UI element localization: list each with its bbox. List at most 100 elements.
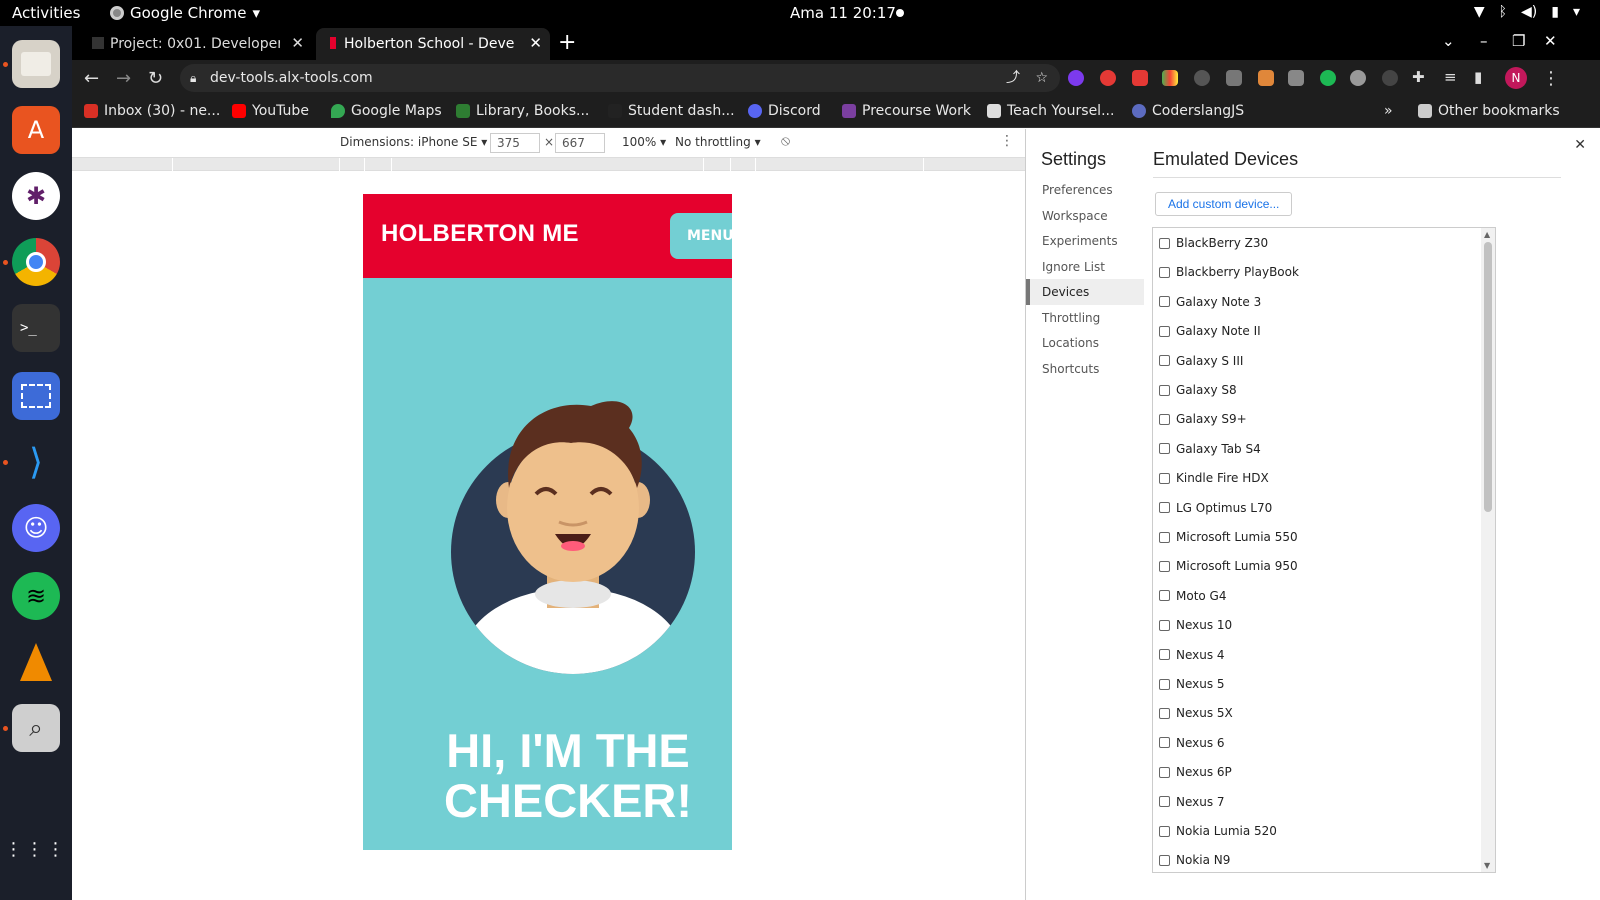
device-height-input[interactable]: 667 xyxy=(555,133,605,153)
close-window-button[interactable]: ✕ xyxy=(1544,32,1557,50)
device-checkbox[interactable] xyxy=(1159,296,1170,308)
device-row[interactable]: Blackberry PlayBook xyxy=(1159,261,1299,283)
device-row[interactable]: Nexus 10 xyxy=(1159,614,1232,636)
device-row[interactable]: Nokia Lumia 520 xyxy=(1159,820,1277,842)
extension-v-icon[interactable] xyxy=(1288,70,1304,86)
device-row[interactable]: Nexus 4 xyxy=(1159,644,1225,666)
image-viewer-icon[interactable]: ⌕ xyxy=(12,704,60,752)
device-checkbox[interactable] xyxy=(1159,325,1170,337)
device-row[interactable]: Galaxy S III xyxy=(1159,350,1243,372)
media-query-ruler[interactable] xyxy=(72,157,1025,172)
new-tab-button[interactable]: + xyxy=(558,30,576,55)
throttling-select[interactable]: No throttling ▾ xyxy=(675,135,761,149)
device-checkbox[interactable] xyxy=(1159,590,1170,602)
device-checkbox[interactable] xyxy=(1159,649,1170,661)
extension-circle-icon[interactable] xyxy=(1350,70,1366,86)
activities-button[interactable]: Activities xyxy=(12,4,80,22)
software-center-icon[interactable]: A xyxy=(12,106,60,154)
extension-gear-icon[interactable] xyxy=(1194,70,1210,86)
device-checkbox[interactable] xyxy=(1159,237,1170,249)
nav-preferences[interactable]: Preferences xyxy=(1026,177,1144,203)
site-brand[interactable]: HOLBERTON ME xyxy=(381,220,579,248)
device-row[interactable]: Nexus 5X xyxy=(1159,702,1233,724)
device-checkbox[interactable] xyxy=(1159,502,1170,514)
extension-grey-icon[interactable] xyxy=(1226,70,1242,86)
bookmark-youtube[interactable]: YouTube xyxy=(232,103,309,119)
nav-devices[interactable]: Devices xyxy=(1026,279,1144,305)
device-checkbox[interactable] xyxy=(1159,266,1170,278)
device-row[interactable]: Kindle Fire HDX xyxy=(1159,467,1269,489)
nav-ignore-list[interactable]: Ignore List xyxy=(1026,254,1144,280)
extension-multicolor-icon[interactable] xyxy=(1162,70,1178,86)
device-checkbox[interactable] xyxy=(1159,413,1170,425)
scroll-down-arrow-icon[interactable]: ▼ xyxy=(1484,861,1490,870)
device-row[interactable]: Nokia N9 xyxy=(1159,849,1230,871)
device-checkbox[interactable] xyxy=(1159,707,1170,719)
device-row[interactable]: BlackBerry Z30 xyxy=(1159,232,1268,254)
address-bar[interactable]: 🔒︎ dev-tools.alx-tools.com ⤴ ☆ xyxy=(180,64,1060,92)
discord-icon[interactable]: ☺ xyxy=(12,504,60,552)
terminal-icon[interactable]: >_ xyxy=(12,304,60,352)
clock[interactable]: Ama 11 20:17 xyxy=(790,4,896,22)
device-row[interactable]: Galaxy Note 3 xyxy=(1159,291,1261,313)
screenshot-icon[interactable] xyxy=(12,372,60,420)
device-checkbox[interactable] xyxy=(1159,825,1170,837)
vscode-icon[interactable]: ⟩ xyxy=(12,438,60,486)
slack-icon[interactable]: ✱ xyxy=(12,172,60,220)
nav-throttling[interactable]: Throttling xyxy=(1026,305,1144,331)
device-checkbox[interactable] xyxy=(1159,560,1170,572)
share-icon[interactable]: ⤴ xyxy=(1006,64,1020,92)
device-row[interactable]: LG Optimus L70 xyxy=(1159,497,1272,519)
device-checkbox[interactable] xyxy=(1159,384,1170,396)
extension-orange-icon[interactable] xyxy=(1258,70,1274,86)
bookmark-teach-yourself[interactable]: Teach Yoursel... xyxy=(987,103,1114,119)
nav-experiments[interactable]: Experiments xyxy=(1026,228,1144,254)
chrome-menu-icon[interactable]: ⋮ xyxy=(1542,68,1560,89)
scroll-thumb[interactable] xyxy=(1484,242,1492,512)
close-settings-icon[interactable]: ✕ xyxy=(1574,137,1586,153)
more-options-icon[interactable]: ⋮ xyxy=(1000,133,1014,149)
system-tray[interactable]: ▼ ᛒ ◀) ▮ ▾ xyxy=(1474,4,1580,20)
back-button[interactable]: ← xyxy=(84,68,99,89)
close-tab-icon[interactable]: ✕ xyxy=(529,34,542,52)
device-row[interactable]: Nexus 6 xyxy=(1159,732,1225,754)
device-row[interactable]: Nexus 7 xyxy=(1159,791,1225,813)
device-checkbox[interactable] xyxy=(1159,678,1170,690)
device-row[interactable]: Moto G4 xyxy=(1159,585,1227,607)
nav-shortcuts[interactable]: Shortcuts xyxy=(1026,356,1144,382)
extension-red-icon[interactable] xyxy=(1132,70,1148,86)
add-custom-device-button[interactable]: Add custom device... xyxy=(1155,192,1293,216)
bookmark-google-maps[interactable]: Google Maps xyxy=(331,103,442,119)
app-menu[interactable]: Google Chrome ▾ xyxy=(110,4,260,22)
bookmark-student-dash[interactable]: Student dash... xyxy=(608,103,735,119)
device-checkbox[interactable] xyxy=(1159,737,1170,749)
menu-button[interactable]: MENU xyxy=(670,213,732,259)
nav-locations[interactable]: Locations xyxy=(1026,330,1144,356)
device-dimensions-select[interactable]: Dimensions: iPhone SE ▾ xyxy=(340,135,487,149)
adblock-icon[interactable] xyxy=(1100,70,1116,86)
device-checkbox[interactable] xyxy=(1159,619,1170,631)
device-checkbox[interactable] xyxy=(1159,854,1170,866)
vlc-icon[interactable] xyxy=(12,638,60,686)
spotify-icon[interactable]: ≋ xyxy=(12,572,60,620)
profile-avatar[interactable]: N xyxy=(1505,67,1527,89)
device-width-input[interactable]: 375 xyxy=(490,133,540,153)
bookmark-discord[interactable]: Discord xyxy=(748,103,821,119)
extensions-puzzle-icon[interactable]: ✚ xyxy=(1412,68,1425,86)
device-row[interactable]: Nexus 6P xyxy=(1159,761,1232,783)
device-checkbox[interactable] xyxy=(1159,796,1170,808)
device-list-scrollbar[interactable]: ▲ ▼ xyxy=(1481,228,1495,872)
side-panel-icon[interactable]: ▮ xyxy=(1474,68,1482,86)
device-row[interactable]: Galaxy Tab S4 xyxy=(1159,438,1261,460)
show-apps-icon[interactable]: ⋮⋮⋮ xyxy=(5,826,65,874)
chrome-icon[interactable] xyxy=(12,238,60,286)
device-row[interactable]: Nexus 5 xyxy=(1159,673,1225,695)
maximize-button[interactable]: ❐ xyxy=(1512,32,1525,50)
bookmark-star-icon[interactable]: ☆ xyxy=(1035,64,1048,92)
reload-button[interactable]: ↻ xyxy=(148,68,163,89)
scroll-up-arrow-icon[interactable]: ▲ xyxy=(1484,230,1490,239)
device-row[interactable]: Galaxy S9+ xyxy=(1159,408,1247,430)
rotate-icon[interactable]: ⦸ xyxy=(781,133,790,149)
device-row[interactable]: Galaxy S8 xyxy=(1159,379,1237,401)
close-tab-icon[interactable]: ✕ xyxy=(291,34,304,52)
